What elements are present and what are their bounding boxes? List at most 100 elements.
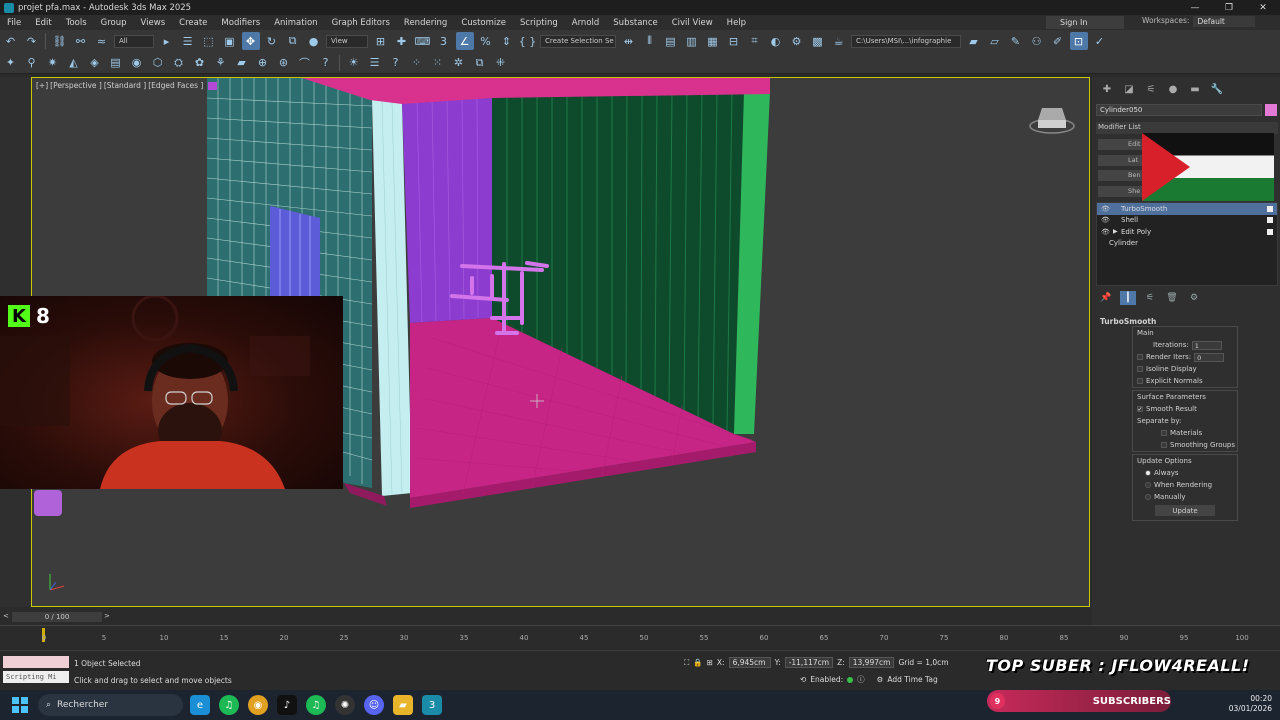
menu-civil-view[interactable]: Civil View <box>665 18 720 28</box>
populate-icon[interactable]: ⚇ <box>1028 32 1046 50</box>
snap-center-face-icon[interactable]: ⊛ <box>275 54 293 72</box>
viewport-edged-faces[interactable]: [Edged Faces ] <box>148 81 203 90</box>
smoothing-groups-checkbox[interactable] <box>1161 442 1167 448</box>
sign-in-button[interactable]: Sign In <box>1046 16 1124 29</box>
snap-vertex-icon[interactable]: ✦ <box>2 54 20 72</box>
toggle-layer-explorer-icon[interactable]: ▥ <box>683 32 701 50</box>
close-button[interactable]: ✕ <box>1246 0 1280 15</box>
layer-toolbar-icon[interactable]: ▱ <box>986 32 1004 50</box>
hierarchy-tab-icon[interactable]: ⚟ <box>1142 81 1160 97</box>
bind-space-warp-icon[interactable]: ≈ <box>93 32 111 50</box>
place-icon[interactable]: ● <box>305 32 323 50</box>
always-radio[interactable] <box>1145 470 1151 476</box>
schematic-view-icon[interactable]: ⌗ <box>746 32 764 50</box>
modifier-button-lattice[interactable]: Lat <box>1098 154 1148 166</box>
manipulate-icon[interactable]: ✚ <box>393 32 411 50</box>
x-coordinate-field[interactable]: 6,945cm <box>728 657 771 668</box>
remove-modifier-icon[interactable]: 🗑 <box>1164 291 1180 305</box>
snap-star-icon[interactable]: ✷ <box>44 54 62 72</box>
stack-item-toggle[interactable] <box>1267 228 1273 235</box>
adaptive-degradation-icon[interactable]: ⟲ <box>800 675 806 684</box>
maxscript-mini-listener[interactable]: Scripting Mi <box>3 671 69 683</box>
modifier-button-bend[interactable]: Ben <box>1098 170 1148 181</box>
utilities-tab-icon[interactable]: 🔧 <box>1208 81 1226 97</box>
lighting-icon[interactable]: ☀ <box>345 54 363 72</box>
absolute-mode-icon[interactable]: ⊞ <box>707 658 713 667</box>
taskbar-search-box[interactable]: ⌕ Rechercher <box>38 694 183 716</box>
object-color-swatch[interactable] <box>1265 104 1277 116</box>
stack-item-toggle[interactable] <box>1267 217 1273 224</box>
edit-named-selection-icon[interactable]: { } <box>519 32 537 50</box>
snaps-toggle-icon[interactable]: 3 <box>435 32 453 50</box>
material-editor-icon[interactable]: ◐ <box>767 32 785 50</box>
time-prev-icon[interactable]: < <box>3 612 9 620</box>
menu-scripting[interactable]: Scripting <box>513 18 565 28</box>
toggle-scene-explorer-icon[interactable]: ▤ <box>662 32 680 50</box>
time-tag-icon[interactable]: ⚙ <box>877 675 884 684</box>
selection-lock-icon[interactable]: ⁜ <box>492 54 510 72</box>
window-crossing-icon[interactable]: ▣ <box>221 32 239 50</box>
motion-tab-icon[interactable]: ● <box>1164 81 1182 97</box>
snap-perp-icon[interactable]: ⛭ <box>170 54 188 72</box>
menu-tools[interactable]: Tools <box>59 18 94 28</box>
workspace-selector[interactable]: Workspaces: Default <box>1142 16 1255 27</box>
stack-item-cylinder[interactable]: Cylinder <box>1097 238 1277 250</box>
tiktok-icon[interactable]: ♪ <box>277 695 297 715</box>
menu-file[interactable]: File <box>0 18 28 28</box>
update-button[interactable]: Update <box>1155 505 1215 516</box>
check-circle-icon[interactable]: ✓ <box>1091 32 1109 50</box>
snap-grid-icon[interactable]: ▤ <box>107 54 125 72</box>
help-icon[interactable]: ? <box>317 54 335 72</box>
workspace-value[interactable]: Default <box>1193 16 1255 27</box>
menu-rendering[interactable]: Rendering <box>397 18 454 28</box>
rectangular-selection-icon[interactable]: ⬚ <box>200 32 218 50</box>
add-time-tag-button[interactable]: Add Time Tag <box>887 675 937 684</box>
menu-edit[interactable]: Edit <box>28 18 58 28</box>
viewport-layout-icon[interactable]: ⊡ <box>1069 32 1088 50</box>
reference-coordinate-dropdown[interactable]: View <box>326 34 368 48</box>
spinner-snap-icon[interactable]: ⇕ <box>498 32 516 50</box>
viewport-menu-plus[interactable]: [+] <box>36 81 48 90</box>
visibility-eye-icon[interactable]: 👁 <box>1101 216 1113 224</box>
isolate-selection-icon[interactable]: ⛶ <box>684 658 689 668</box>
visibility-eye-icon[interactable]: 👁 <box>1101 205 1113 213</box>
create-tab-icon[interactable]: ✚ <box>1098 81 1116 97</box>
mirror-icon[interactable]: ⇹ <box>620 32 638 50</box>
snap-track-icon[interactable]: ⌒ <box>296 54 314 72</box>
materials-checkbox[interactable] <box>1161 430 1167 436</box>
snap-midpoint-icon[interactable]: ▰ <box>233 54 251 72</box>
select-and-move-icon[interactable]: ✥ <box>241 32 260 50</box>
configure-modifier-sets-icon[interactable]: ⚙ <box>1186 291 1202 305</box>
project-folder-icon[interactable]: ▰ <box>965 32 983 50</box>
spotify-alt-icon[interactable]: ♫ <box>306 695 326 715</box>
y-coordinate-field[interactable]: -11,117cm <box>784 657 834 668</box>
windows-start-icon[interactable] <box>12 697 28 713</box>
snap-tangent-icon[interactable]: ✿ <box>191 54 209 72</box>
menu-graph-editors[interactable]: Graph Editors <box>325 18 397 28</box>
link-icon[interactable]: ⛓ <box>51 32 69 50</box>
menu-modifiers[interactable]: Modifiers <box>214 18 267 28</box>
when-rendering-radio[interactable] <box>1145 482 1151 488</box>
redo-icon[interactable]: ↷ <box>23 32 41 50</box>
file-explorer-icon[interactable]: ▰ <box>393 695 413 715</box>
named-selection-dropdown[interactable]: Create Selection Se <box>540 34 616 48</box>
z-coordinate-field[interactable]: 13,997cm <box>848 657 895 668</box>
render-iters-checkbox[interactable] <box>1137 354 1143 360</box>
menu-help[interactable]: Help <box>720 18 753 28</box>
maxscript-listener-output[interactable] <box>3 656 69 668</box>
snap-endpoint-icon[interactable]: ⚘ <box>212 54 230 72</box>
menu-arnold[interactable]: Arnold <box>565 18 607 28</box>
make-unique-icon[interactable]: ⚟ <box>1142 291 1158 305</box>
help-circle-icon[interactable]: ? <box>387 54 405 72</box>
show-end-result-icon[interactable]: ┃ <box>1120 291 1136 305</box>
selection-filter-dropdown[interactable]: All <box>114 34 154 48</box>
viewcube[interactable] <box>1029 108 1075 134</box>
selection-lock-icon[interactable]: 🔒 <box>693 658 702 667</box>
modifier-button-edit[interactable]: Edit <box>1098 139 1148 150</box>
viewport-point-of-view[interactable]: [Perspective ] <box>50 81 102 90</box>
unlink-icon[interactable]: ⚯ <box>72 32 90 50</box>
stack-item-turbosmooth[interactable]: 👁 TurboSmooth <box>1097 203 1277 215</box>
undo-icon[interactable]: ↶ <box>2 32 20 50</box>
3dsmax-taskbar-icon[interactable]: 3 <box>422 695 442 715</box>
container-icon[interactable]: ⁘ <box>408 54 426 72</box>
